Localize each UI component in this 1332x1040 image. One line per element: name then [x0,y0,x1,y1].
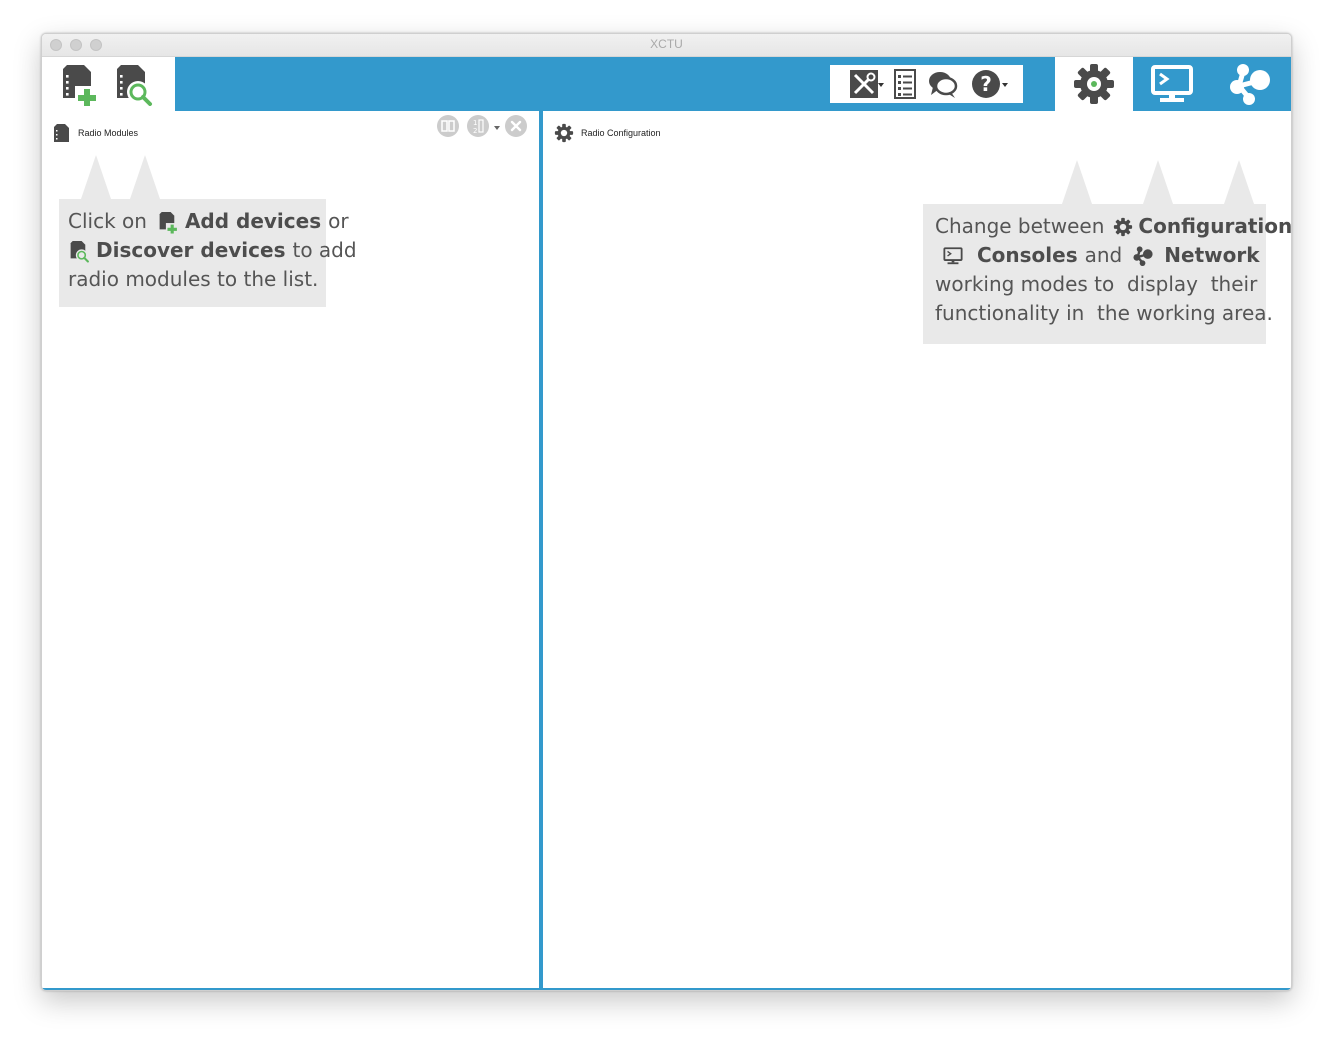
window-bottom-border [42,988,1291,990]
tip-line-3: working modes to display their [935,272,1258,296]
radio-configuration-header: Radio Configuration [554,123,661,143]
tip-pointer-consoles [1143,160,1173,204]
tip-pointer-discover [130,155,160,199]
gear-icon [1074,64,1114,104]
tools-dropdown-caret [878,83,884,87]
working-modes-help-tip: Change between Configuration , [923,160,1291,344]
tip-line-2: Consoles and Network [935,241,1266,270]
network-icon [1132,245,1154,267]
tip-line-2: Discover devices to add [68,236,357,265]
remove-all-modules-button[interactable] [505,115,527,137]
xctu-window: XCTU ? Radio Modules 1 2 Click on Add de… [41,33,1292,991]
title-bar: XCTU [42,34,1291,57]
tip-line-4: functionality in the working area. [935,301,1273,325]
xctu-log-button[interactable] [890,69,920,99]
discover-device-icon [68,239,90,263]
chat-bubbles-icon [929,72,958,98]
tip-text: Click on [68,209,147,233]
tip-consoles-label: Consoles [977,243,1078,267]
network-icon [1230,64,1270,105]
tip-discover-devices-label: Discover devices [96,238,286,262]
gear-icon [1113,217,1133,237]
console-monitor-icon [1151,65,1193,102]
window-title: XCTU [650,37,683,51]
tip-pointer-configuration [1062,160,1092,204]
help-icon: ? [972,70,1000,98]
tip-text: to add [292,238,357,262]
filter-modules-button[interactable] [437,115,459,137]
tip-pointer-add [81,155,111,199]
discover-devices-button[interactable] [110,61,156,107]
document-list-icon [894,69,916,99]
close-circle-icon [510,120,522,132]
columns-icon [441,120,455,132]
sort-dropdown-caret[interactable] [494,126,500,130]
tip-configuration-label: Configuration [1138,214,1292,238]
radio-modules-header: Radio Modules [53,123,138,143]
add-device-icon [63,65,99,106]
network-mode-button[interactable] [1211,57,1289,111]
help-dropdown-caret [1002,83,1008,87]
tip-text: and [1084,243,1123,267]
tip-text: or [328,209,349,233]
add-devices-button[interactable] [56,61,102,107]
discover-device-icon [117,65,152,106]
radio-modules-title: Radio Modules [78,128,139,138]
svg-text:?: ? [980,72,992,96]
main-toolbar: ? [42,57,1291,111]
radio-modules-panel: Radio Modules 1 2 Click on Add devices o… [42,111,539,990]
console-monitor-icon [943,246,963,266]
radio-configuration-panel: Radio Configuration Change between Confi… [543,111,1291,990]
svg-text:1: 1 [473,119,477,127]
sort-numeric-icon: 1 2 [473,119,484,134]
tip-line-1: Click on Add devices or [68,207,349,236]
help-button[interactable]: ? [964,69,1008,99]
tip-line-3: radio modules to the list. [68,267,319,291]
gear-icon [554,123,574,143]
feedback-button[interactable] [926,69,960,99]
radio-modules-help-tip: Click on Add devices or Discover devices… [59,155,357,307]
tip-add-devices-label: Add devices [184,209,322,233]
tip-network-label: Network [1164,243,1260,267]
tools-button[interactable] [842,69,886,99]
svg-text:2: 2 [473,127,477,134]
tools-icon [850,70,878,98]
consoles-mode-button[interactable] [1133,57,1211,111]
tip-text: Change between [935,214,1105,238]
tip-line-1: Change between Configuration , [935,212,1291,241]
radio-configuration-title: Radio Configuration [581,128,661,138]
tip-pointer-network [1224,160,1254,204]
radio-module-icon [54,124,69,142]
configuration-mode-button[interactable] [1055,57,1133,111]
add-device-icon [157,210,179,234]
sort-modules-button[interactable]: 1 2 [467,115,489,137]
